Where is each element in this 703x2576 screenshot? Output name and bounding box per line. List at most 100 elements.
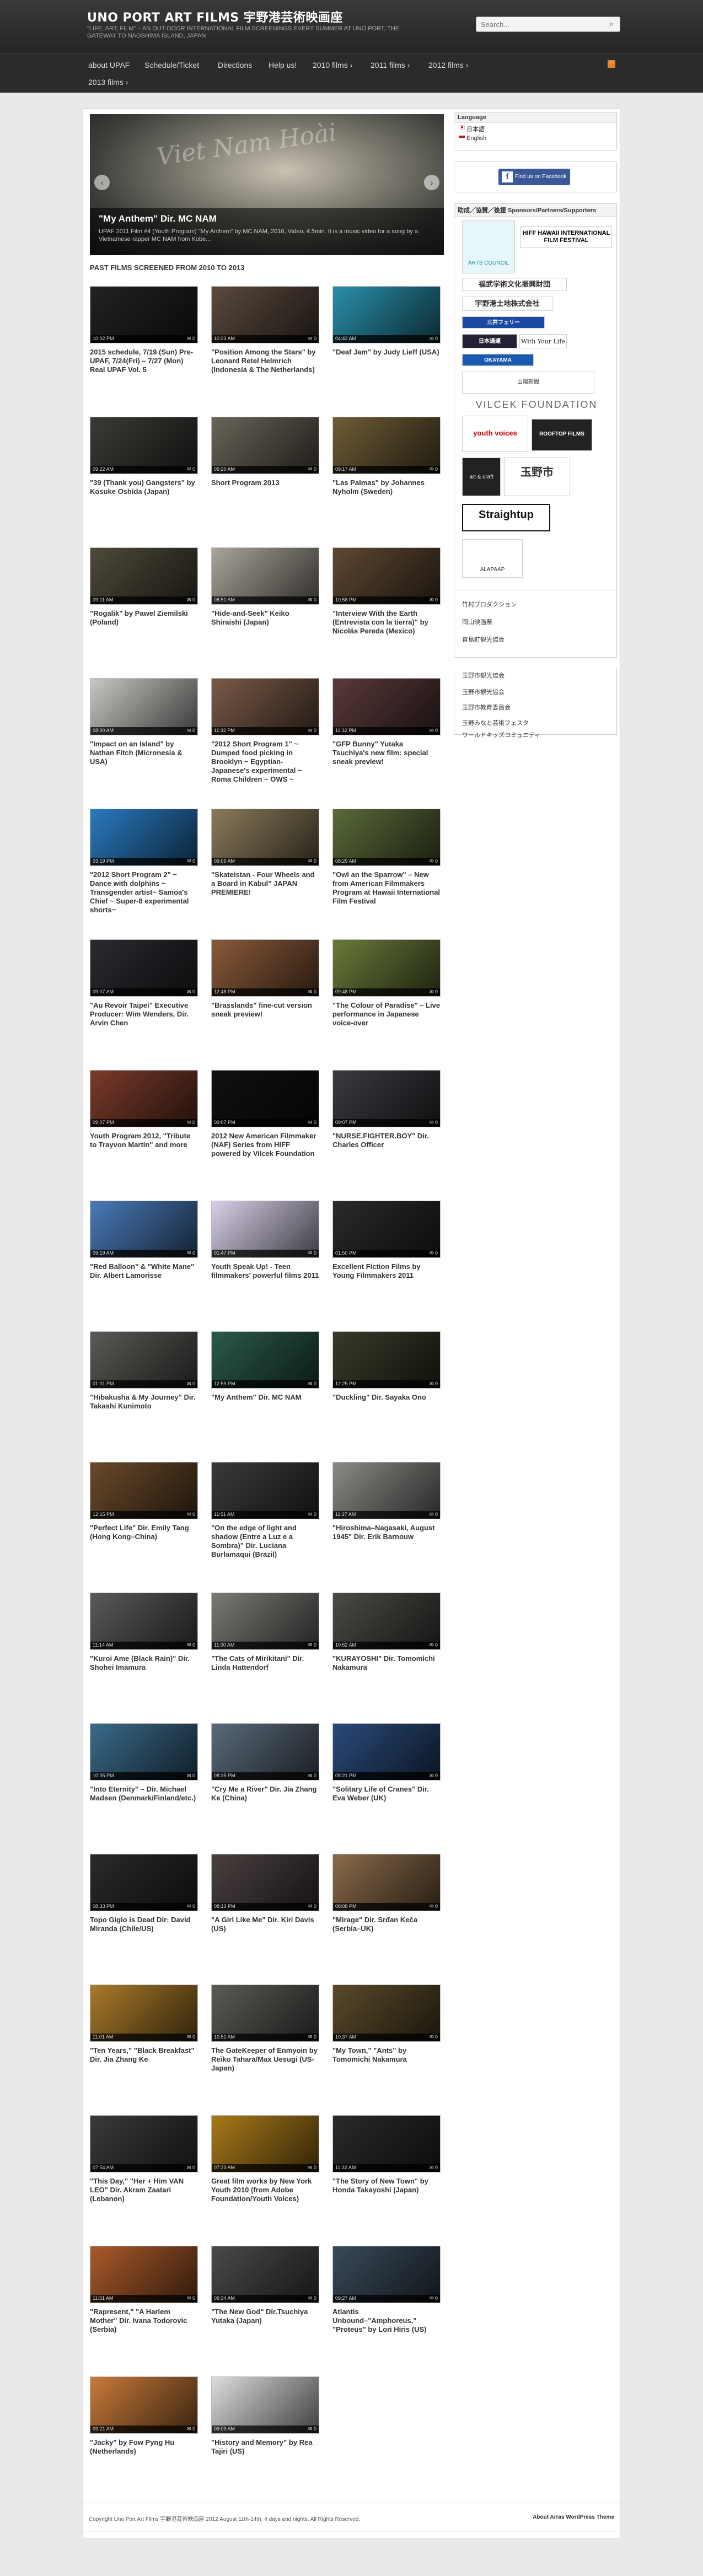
post-title[interactable]: "On the edge of light and shadow (Entre … [211, 1524, 319, 1559]
post-thumbnail[interactable]: 11:32 PM ✉ 0 [332, 678, 441, 735]
post-thumbnail[interactable]: 12:25 PM ✉ 0 [332, 1331, 441, 1389]
facebook-button[interactable]: f Find us on Facebook [498, 169, 570, 185]
comment-count[interactable]: ✉ 0 [430, 1250, 438, 1256]
post-title[interactable]: "Au Revoir Taipei" Executive Producer: W… [90, 1001, 198, 1028]
comment-count[interactable]: ✉ 0 [430, 2295, 438, 2301]
comment-count[interactable]: ✉ 0 [430, 336, 438, 342]
post-thumbnail[interactable]: 08:00 AM ✉ 0 [90, 678, 198, 735]
comment-count[interactable]: ✉ 0 [308, 1381, 316, 1387]
comment-count[interactable]: ✉ 0 [430, 597, 438, 603]
post-card[interactable]: 10:58 PM ✉ 0 "Interview With the Earth (En… [332, 547, 441, 674]
post-thumbnail[interactable]: 10:51 AM ✉ 0 [211, 1985, 319, 2042]
post-title[interactable]: "Position Among the Stars" by Leonard Re… [211, 348, 319, 374]
post-card[interactable]: 11:32 PM ✉ 0 "2012 Short Program 1" ~ Dump… [211, 678, 319, 805]
post-thumbnail[interactable]: 09:07 AM ✉ 0 [90, 939, 198, 997]
sponsor-hiff[interactable]: HIFF HAWAII INTERNATIONAL FILM FESTIVAL [520, 226, 612, 248]
comment-count[interactable]: ✉ 0 [308, 1642, 316, 1648]
post-card[interactable]: 01:01 PM ✉ 0 "Hibakusha & My Journey" Dir.… [90, 1331, 198, 1458]
post-title[interactable]: "Kuroi Ame (Black Rain)" Dir. Shohei Ima… [90, 1654, 198, 1672]
post-card[interactable]: 09:48 PM ✉ 0 "The Colour of Paradise" – Li… [332, 939, 441, 1066]
post-card[interactable]: 10:02 PM ✉ 0 2015 schedule, 7/19 (Sun) Pre… [90, 286, 198, 413]
post-title[interactable]: "Interview With the Earth (Entrevista co… [332, 609, 441, 636]
post-title[interactable]: Short Program 2013 [211, 478, 319, 487]
comment-count[interactable]: ✉ 0 [430, 2165, 438, 2171]
link-takemura-production[interactable]: 竹村プロダクション [462, 600, 517, 609]
post-title[interactable]: "Ten Years," "Black Breakfast" Dir. Jia … [90, 2046, 198, 2064]
post-thumbnail[interactable]: 11:32 PM ✉ 0 [211, 678, 319, 735]
post-title[interactable]: "GFP Bunny" Yutaka Tsuchiya's new film: … [332, 740, 441, 766]
sponsor-vilcek-foundation[interactable]: VILCEK FOUNDATION [462, 398, 611, 411]
post-card[interactable]: 12:59 PM ✉ 0 "My Anthem" Dir. MC NAM [211, 1331, 319, 1458]
post-title[interactable]: "This Day," "Her + Him VAN LEO" Dir. Akr… [90, 2177, 198, 2203]
comment-count[interactable]: ✉ 0 [187, 989, 195, 995]
post-title[interactable]: Great film works by New York Youth 2010 … [211, 2177, 319, 2203]
sponsor-art-craft[interactable]: art & craft [462, 458, 501, 496]
post-title[interactable]: "A Girl Like Me" Dir. Kiri Davis (US) [211, 1916, 319, 1933]
post-title[interactable]: "Hiroshima–Nagasaki, August 1945" Dir. E… [332, 1524, 441, 1541]
comment-count[interactable]: ✉ 0 [187, 1512, 195, 1518]
post-title[interactable]: "Las Palmas" by Johannes Nyholm (Sweden) [332, 478, 441, 496]
post-title[interactable]: "Rogalik" by Pawel Ziemilski (Poland) [90, 609, 198, 627]
post-card[interactable]: 09:07 PM ✉ 0 "NURSE.FIGHTER.BOY" Dir. Char… [332, 1070, 441, 1197]
comment-count[interactable]: ✉ 0 [187, 1381, 195, 1387]
link-tamano-port-festa[interactable]: 玉野みなと芸術フェスタ [462, 718, 529, 727]
post-title[interactable]: "The Colour of Paradise" – Live performa… [332, 1001, 441, 1028]
post-title[interactable]: "Solitary Life of Cranes" Dir. Eva Weber… [332, 1785, 441, 1803]
comment-count[interactable]: ✉ 0 [308, 597, 316, 603]
sponsor-okayama[interactable]: OKAYAMA [462, 354, 534, 366]
post-thumbnail[interactable]: 10:52 AM ✉ 0 [332, 1593, 441, 1650]
nav-2010-films[interactable]: 2010 films › [313, 61, 352, 69]
post-title[interactable]: "Deaf Jam" by Judy Lieff (USA) [332, 348, 441, 357]
sponsor-tamano-city[interactable]: 玉野市 [504, 458, 570, 496]
post-card[interactable]: 09:20 AM ✉ 0 Short Program 2013 [211, 417, 319, 544]
post-thumbnail[interactable]: 09:20 AM ✉ 0 [211, 417, 319, 474]
post-card[interactable]: 01:47 PM ✉ 0 Youth Speak Up! - Teen filmma… [211, 1201, 319, 1327]
post-title[interactable]: "Hide-and-Seek" Keiko Shiraishi (Japan) [211, 609, 319, 627]
comment-count[interactable]: ✉ 0 [187, 1250, 195, 1256]
post-thumbnail[interactable]: 08:08 PM ✉ 0 [332, 1854, 441, 1911]
comment-count[interactable]: ✉ 0 [308, 466, 316, 472]
post-thumbnail[interactable]: 11:14 AM ✉ 0 [90, 1593, 198, 1650]
post-card[interactable]: 11:32 AM ✉ 0 "The Story of New Town" by Ho… [332, 2115, 441, 2242]
comment-count[interactable]: ✉ 0 [187, 1642, 195, 1648]
post-thumbnail[interactable]: 11:01 AM ✉ 0 [90, 1985, 198, 2042]
post-card[interactable]: 11:00 AM ✉ 0 "The Cats of Mirikitani" Dir.… [211, 1593, 319, 1719]
comment-count[interactable]: ✉ 0 [308, 2034, 316, 2040]
post-thumbnail[interactable]: 09:21 AM ✉ 0 [90, 2376, 198, 2434]
post-card[interactable]: 11:01 AM ✉ 0 "Ten Years," "Black Breakfast… [90, 1985, 198, 2111]
post-card[interactable]: 09:07 PM ✉ 0 Youth Program 2012, "Tribute … [90, 1070, 198, 1197]
post-card[interactable]: 09:27 AM ✉ 0 Atlantis Unbound–"Amphoreus,"… [332, 2246, 441, 2373]
post-thumbnail[interactable]: 11:00 AM ✉ 0 [211, 1593, 319, 1650]
post-card[interactable]: 12:25 PM ✉ 0 "Duckling" Dir. Sayaka Ono [332, 1331, 441, 1458]
comment-count[interactable]: ✉ 0 [308, 1773, 316, 1779]
post-title[interactable]: "2012 Short Program 1" ~ Dumped food pic… [211, 740, 319, 784]
post-thumbnail[interactable]: 09:07 PM ✉ 0 [332, 1070, 441, 1127]
post-title[interactable]: "KURAYOSHI" Dir. Tomomichi Nakamura [332, 1654, 441, 1672]
post-thumbnail[interactable]: 11:31 AM ✉ 0 [90, 2246, 198, 2303]
sponsor-uno-port-land[interactable]: 宇野港土地株式会社 [462, 297, 552, 311]
post-card[interactable]: 09:22 AM ✉ 0 "39 (Thank you) Gangsters" by… [90, 417, 198, 544]
post-card[interactable]: 08:21 PM ✉ 0 "Solitary Life of Cranes" Dir… [332, 1723, 441, 1850]
post-thumbnail[interactable]: 08:21 PM ✉ 0 [332, 1723, 441, 1781]
slider-title[interactable]: "My Anthem" Dir. MC NAM [99, 213, 435, 224]
post-title[interactable]: 2012 New American Filmmaker (NAF) Series… [211, 1132, 319, 1158]
featured-slider[interactable]: Viet Nam Hoài ‹ › "My Anthem" Dir. MC NA… [90, 114, 444, 255]
post-thumbnail[interactable]: 09:07 PM ✉ 0 [211, 1070, 319, 1127]
post-thumbnail[interactable]: 09:48 PM ✉ 0 [332, 939, 441, 997]
post-card[interactable]: 03:19 PM ✉ 0 "2012 Short Program 2" ~ Danc… [90, 809, 198, 935]
comment-count[interactable]: ✉ 0 [308, 989, 316, 995]
post-title[interactable]: "Red Balloon" & "White Mane" Dir. Albert… [90, 1262, 198, 1280]
nav-2013-films[interactable]: 2013 films › [88, 78, 128, 87]
post-card[interactable]: 11:32 PM ✉ 0 "GFP Bunny" Yutaka Tsuchiya's… [332, 678, 441, 805]
post-card[interactable]: 11:27 AM ✉ 0 "Hiroshima–Nagasaki, August 1… [332, 1462, 441, 1589]
post-thumbnail[interactable]: 03:19 PM ✉ 0 [90, 809, 198, 866]
post-card[interactable]: 09:06 AM ✉ 0 "Skateistan - Four Wheels and… [211, 809, 319, 935]
post-thumbnail[interactable]: 10:58 PM ✉ 0 [332, 547, 441, 605]
post-card[interactable]: 10:23 AM ✉ 0 "Position Among the Stars" by… [211, 286, 319, 413]
comment-count[interactable]: ✉ 0 [308, 2295, 316, 2301]
post-thumbnail[interactable]: 07:23 AM ✉ 0 [211, 2115, 319, 2172]
footer-theme-link[interactable]: About Arras WordPress Theme [533, 2514, 614, 2520]
comment-count[interactable]: ✉ 0 [308, 728, 316, 734]
post-title[interactable]: "The Cats of Mirikitani" Dir. Linda Hatt… [211, 1654, 319, 1672]
sponsor-arts-council[interactable]: ARTS COUNCIL [462, 221, 515, 273]
